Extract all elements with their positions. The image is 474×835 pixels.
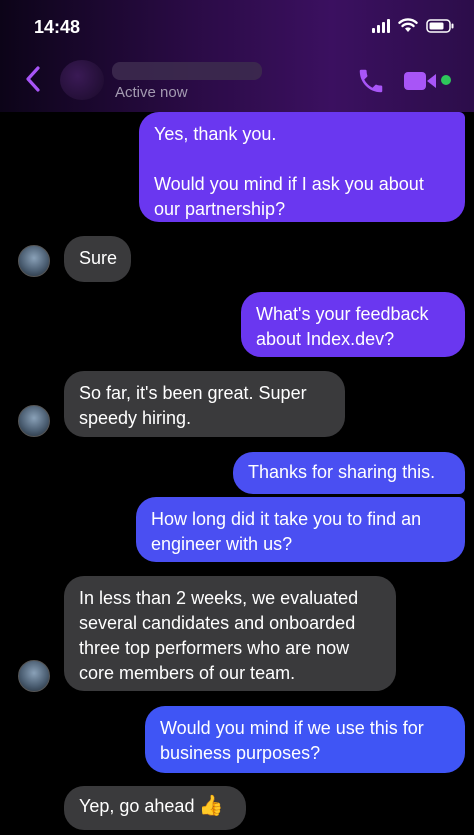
wifi-icon [398, 18, 418, 33]
message-spacer [154, 147, 450, 172]
contact-name-redacted [112, 62, 262, 80]
active-status: Active now [115, 84, 188, 101]
message-bubble-outgoing[interactable]: Yes, thank you. Would you mind if I ask … [139, 112, 465, 222]
message-text: our partnership? [154, 199, 286, 219]
message-text: Thanks for sharing this. [248, 462, 436, 482]
online-indicator [441, 75, 451, 85]
sender-avatar[interactable] [18, 660, 50, 692]
message-text: How long did it take you to find an [151, 509, 422, 529]
message-text: about Index.dev? [256, 329, 395, 349]
status-time: 14:48 [34, 17, 81, 37]
message-text: three top performers who are now [79, 638, 350, 658]
status-icons [372, 18, 454, 33]
message-text: several candidates and onboarded [79, 613, 356, 633]
message-text: Yep, go ahead 👍 [79, 794, 231, 819]
message-text: Sure [79, 248, 118, 268]
message-text: core members of our team. [79, 663, 296, 683]
chevron-left-icon [26, 66, 40, 92]
cellular-signal-icon [372, 18, 390, 33]
battery-icon [426, 18, 454, 33]
message-bubble-outgoing[interactable]: Would you mind if we use this for busine… [145, 706, 465, 773]
back-button[interactable] [22, 64, 44, 94]
sender-avatar[interactable] [18, 245, 50, 277]
video-call-button[interactable] [403, 69, 439, 98]
voice-call-button[interactable] [356, 66, 386, 101]
message-text: So far, it's been great. Super [79, 383, 307, 403]
message-text: Yes, thank you. [154, 124, 277, 144]
message-text-content: Yep, go ahead [79, 796, 195, 816]
message-text: Would you mind if I ask you about [154, 174, 424, 194]
message-text: In less than 2 weeks, we evaluated [79, 588, 359, 608]
message-text: What's your feedback [256, 304, 429, 324]
message-bubble-incoming[interactable]: So far, it's been great. Super speedy hi… [64, 371, 345, 437]
message-bubble-incoming[interactable]: Sure [64, 236, 131, 282]
chat-screen: 14:48 Active now Yes, thank you. Would y… [0, 0, 474, 835]
message-text: business purposes? [160, 743, 321, 763]
message-text: speedy hiring. [79, 408, 192, 428]
message-bubble-incoming[interactable]: Yep, go ahead 👍 [64, 786, 246, 830]
message-text: Would you mind if we use this for [160, 718, 424, 738]
message-bubble-outgoing[interactable]: Thanks for sharing this. [233, 452, 465, 494]
message-bubble-outgoing[interactable]: How long did it take you to find an engi… [136, 497, 465, 562]
message-bubble-incoming[interactable]: In less than 2 weeks, we evaluated sever… [64, 576, 396, 691]
chat-header: 14:48 Active now [0, 0, 474, 112]
video-camera-icon [404, 72, 436, 90]
message-bubble-outgoing[interactable]: What's your feedback about Index.dev? [241, 292, 465, 357]
contact-avatar[interactable] [60, 60, 104, 100]
message-text: engineer with us? [151, 534, 293, 554]
phone-icon [359, 69, 383, 93]
thumbs-up-icon: 👍 [198, 795, 224, 817]
sender-avatar[interactable] [18, 405, 50, 437]
